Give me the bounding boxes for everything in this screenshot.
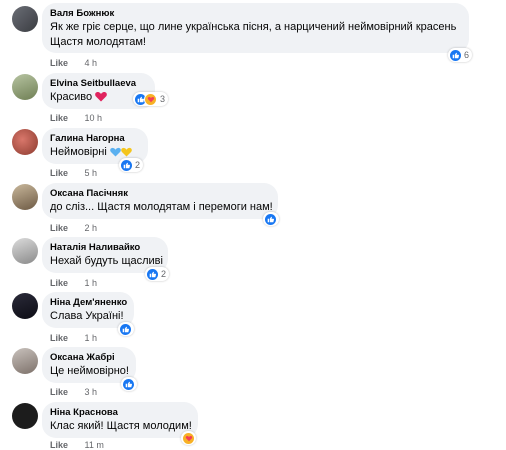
avatar[interactable] [12, 403, 38, 429]
reactions-summary[interactable]: 3 [133, 92, 169, 106]
reaction-count: 3 [160, 94, 166, 104]
timestamp[interactable]: 3 h [85, 387, 98, 397]
avatar[interactable] [12, 238, 38, 264]
comment-author[interactable]: Ніна Дем'яненко [50, 297, 127, 309]
care-reaction-icon [183, 432, 194, 444]
comment-author[interactable]: Наталія Наливайко [50, 242, 158, 254]
comment-bubble: Оксана Пасічняк до сліз... Щастя молодят… [42, 183, 278, 219]
like-reaction-icon [120, 323, 131, 335]
reaction-count: 6 [464, 50, 470, 60]
comment-text: Клас який! Щастя молодим! [50, 420, 192, 432]
timestamp[interactable]: 4 h [85, 58, 98, 68]
comment-text: Слава Україні! [50, 310, 124, 322]
comment-author[interactable]: Оксана Жабрі [50, 352, 126, 364]
like-reaction-icon [147, 268, 158, 280]
reactions-summary[interactable] [118, 322, 134, 336]
comment-meta: Like 1 h [50, 278, 97, 288]
comment-text: Як же гріє серце, що лине українська піс… [50, 21, 457, 33]
timestamp[interactable]: 11 m [85, 440, 104, 450]
comment-meta: Like 11 m [50, 440, 104, 450]
avatar[interactable] [12, 129, 38, 155]
comment-text-line2: Щастя молодятам! [50, 36, 146, 48]
avatar[interactable] [12, 184, 38, 210]
comment-bubble: Оксана Жабрі Це неймовірно! [42, 347, 136, 383]
like-link[interactable]: Like [50, 113, 68, 123]
timestamp[interactable]: 1 h [85, 278, 98, 288]
comment-author[interactable]: Ніна Краснова [50, 407, 188, 419]
comment-text: Нехай будуть щасливі [50, 255, 163, 267]
like-reaction-icon [121, 159, 132, 171]
reactions-summary[interactable] [263, 212, 279, 226]
reactions-summary[interactable]: 6 [448, 48, 473, 62]
timestamp[interactable]: 10 h [85, 113, 103, 123]
like-link[interactable]: Like [50, 168, 68, 178]
comment-text: Красиво [50, 90, 145, 107]
reactions-summary[interactable]: 2 [145, 267, 170, 281]
like-link[interactable]: Like [50, 58, 68, 68]
reactions-summary[interactable]: 2 [119, 158, 144, 172]
comment-meta: Like 5 h [50, 168, 97, 178]
reaction-count: 2 [135, 160, 141, 170]
comment-text: Це неймовірно! [50, 365, 129, 377]
like-link[interactable]: Like [50, 387, 68, 397]
like-reaction-icon [265, 213, 276, 225]
like-link[interactable]: Like [50, 223, 68, 233]
blue-heart-emoji-icon [110, 147, 121, 162]
comment-author[interactable]: Elvina Seitbullaeva [50, 78, 145, 90]
like-link[interactable]: Like [50, 440, 68, 450]
reactions-summary[interactable] [121, 377, 137, 391]
timestamp[interactable]: 1 h [85, 333, 98, 343]
comment-text: до сліз... Щастя молодятам і перемоги на… [50, 201, 273, 213]
avatar[interactable] [12, 348, 38, 374]
comment-meta: Like 1 h [50, 333, 97, 343]
avatar[interactable] [12, 6, 38, 32]
care-reaction-icon [144, 92, 157, 106]
like-link[interactable]: Like [50, 278, 68, 288]
like-link[interactable]: Like [50, 333, 68, 343]
like-reaction-icon [123, 378, 134, 390]
comment-author[interactable]: Галина Нагорна [50, 133, 138, 145]
reactions-summary[interactable] [181, 431, 196, 445]
heart-emoji-icon [95, 91, 108, 107]
timestamp[interactable]: 5 h [85, 168, 98, 178]
avatar[interactable] [12, 74, 38, 100]
comment-meta: Like 4 h [50, 58, 97, 68]
reaction-count: 2 [161, 269, 167, 279]
comment-meta: Like 2 h [50, 223, 97, 233]
timestamp[interactable]: 2 h [85, 223, 98, 233]
comment-bubble: Ніна Краснова Клас який! Щастя молодим! [42, 402, 198, 438]
comment-meta: Like 10 h [50, 113, 102, 123]
comment-bubble: Валя Божнюк Як же гріє серце, що лине ук… [42, 3, 469, 53]
comment-author[interactable]: Оксана Пасічняк [50, 188, 268, 200]
comment-author[interactable]: Валя Божнюк [50, 8, 459, 20]
comment-meta: Like 3 h [50, 387, 97, 397]
avatar[interactable] [12, 293, 38, 319]
like-reaction-icon [450, 49, 461, 61]
